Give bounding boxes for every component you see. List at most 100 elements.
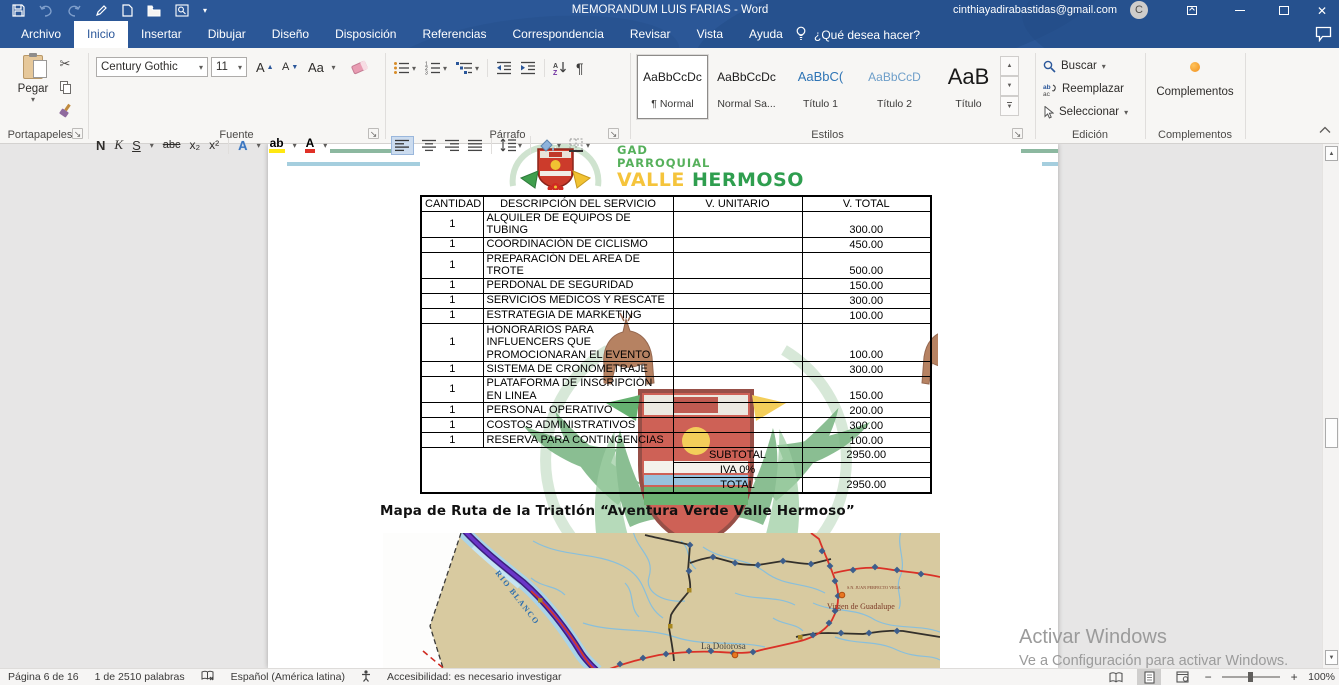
- tab-revisar[interactable]: Revisar: [617, 21, 684, 48]
- tab-diseno[interactable]: Diseño: [259, 21, 322, 48]
- table-cell[interactable]: [673, 418, 802, 433]
- table-cell[interactable]: COSTOS ADMINISTRATIVOS: [483, 418, 673, 433]
- document-page[interactable]: GAD PARROQUIAL VALLE HERMOSO: [268, 144, 1058, 668]
- table-cell[interactable]: 1: [421, 323, 483, 362]
- table-cell[interactable]: 1: [421, 362, 483, 377]
- table-cell[interactable]: HONORARIOS PARA INFLUENCERS QUE PROMOCIO…: [483, 323, 673, 362]
- table-cell[interactable]: 300.00: [802, 293, 931, 308]
- style-card--normal[interactable]: AaBbCcDc¶ Normal: [637, 55, 708, 119]
- table-cell[interactable]: 1: [421, 237, 483, 252]
- bullets-icon[interactable]: ▾: [393, 61, 416, 75]
- zoom-level[interactable]: 100%: [1308, 671, 1335, 683]
- style-card-t-tulo-1[interactable]: AaBbC(Título 1: [785, 55, 856, 119]
- style-card-t-tulo[interactable]: AaBTítulo: [933, 55, 1004, 119]
- summary-label[interactable]: SUBTOTAL: [673, 448, 802, 463]
- table-cell[interactable]: SERVICIOS MEDICOS Y RESCATE: [483, 293, 673, 308]
- tab-referencias[interactable]: Referencias: [409, 21, 499, 48]
- services-table[interactable]: CANTIDADDESCRIPCIÓN DEL SERVICIOV. UNITA…: [420, 195, 932, 494]
- word-count[interactable]: 1 de 2510 palabras: [95, 671, 185, 683]
- table-cell[interactable]: PLATAFORMA DE INSCRIPCIÓN EN LINEA: [483, 377, 673, 403]
- table-cell[interactable]: [673, 278, 802, 293]
- styles-scroll-down-icon[interactable]: ▼: [1000, 76, 1019, 96]
- new-document-icon[interactable]: [122, 4, 133, 17]
- sort-icon[interactable]: AZ: [553, 61, 568, 75]
- page-indicator[interactable]: Página 6 de 16: [8, 671, 79, 683]
- font-name-caret-icon[interactable]: ▾: [199, 63, 203, 72]
- table-cell[interactable]: 1: [421, 308, 483, 323]
- select-button[interactable]: Seleccionar ▾: [1043, 103, 1128, 121]
- table-cell[interactable]: [673, 433, 802, 448]
- table-cell[interactable]: 100.00: [802, 433, 931, 448]
- shrink-font-icon[interactable]: A▼: [282, 57, 298, 77]
- table-cell[interactable]: [673, 323, 802, 362]
- font-name-combo[interactable]: Century Gothic ▾: [96, 57, 208, 77]
- table-cell[interactable]: 1: [421, 377, 483, 403]
- text-effects-caret-icon[interactable]: ▾: [257, 141, 261, 150]
- table-cell[interactable]: 450.00: [802, 237, 931, 252]
- save-icon[interactable]: [12, 4, 25, 17]
- table-cell[interactable]: 1: [421, 293, 483, 308]
- show-marks-icon[interactable]: ¶: [576, 60, 584, 76]
- tab-inicio[interactable]: Inicio: [74, 21, 128, 48]
- qat-more-icon[interactable]: ▾: [203, 6, 207, 15]
- print-layout-icon[interactable]: [1137, 669, 1161, 685]
- summary-value[interactable]: 2950.00: [802, 478, 931, 493]
- styles-scroll-up-icon[interactable]: ▲: [1000, 56, 1019, 76]
- read-mode-icon[interactable]: [1104, 669, 1128, 685]
- table-cell[interactable]: 500.00: [802, 252, 931, 278]
- table-cell[interactable]: COORDINACIÓN DE CICLISMO: [483, 237, 673, 252]
- format-painter-icon[interactable]: [56, 102, 74, 118]
- tab-ayuda[interactable]: Ayuda: [736, 21, 796, 48]
- copy-icon[interactable]: [56, 79, 74, 95]
- table-cell[interactable]: 100.00: [802, 308, 931, 323]
- table-cell[interactable]: PERSONAL OPERATIVO: [483, 403, 673, 418]
- route-map-image[interactable]: RIO BLANCO La Dolorosa Virgen de Guadalu…: [383, 533, 940, 668]
- map-heading[interactable]: Mapa de Ruta de la Triatlón “Aventura Ve…: [380, 503, 855, 519]
- highlight-caret-icon[interactable]: ▾: [293, 141, 297, 150]
- summary-label[interactable]: IVA 0%: [673, 463, 802, 478]
- numbering-icon[interactable]: 123▾: [424, 61, 447, 75]
- table-cell[interactable]: [673, 377, 802, 403]
- paste-button[interactable]: Pegar ▾: [12, 55, 54, 127]
- table-cell[interactable]: 1: [421, 418, 483, 433]
- table-cell[interactable]: [673, 403, 802, 418]
- change-case-icon[interactable]: Aa ▾: [308, 57, 336, 77]
- table-cell[interactable]: 100.00: [802, 323, 931, 362]
- table-cell[interactable]: [673, 362, 802, 377]
- table-header[interactable]: CANTIDAD: [421, 196, 483, 211]
- tab-insertar[interactable]: Insertar: [128, 21, 195, 48]
- redo-icon[interactable]: [67, 5, 81, 17]
- table-cell[interactable]: 1: [421, 403, 483, 418]
- table-cell[interactable]: [673, 308, 802, 323]
- table-cell[interactable]: 300.00: [802, 211, 931, 237]
- scroll-up-icon[interactable]: ▲: [1325, 146, 1338, 161]
- summary-value[interactable]: [802, 463, 931, 478]
- open-folder-icon[interactable]: [147, 5, 161, 17]
- replace-button[interactable]: abac Reemplazar: [1043, 80, 1124, 98]
- tab-vista[interactable]: Vista: [684, 21, 736, 48]
- account-email[interactable]: cinthiayadirabastidas@gmail.com: [953, 0, 1117, 21]
- find-button[interactable]: Buscar ▾: [1043, 57, 1106, 75]
- font-size-combo[interactable]: 11 ▾: [211, 57, 247, 77]
- table-cell[interactable]: 200.00: [802, 403, 931, 418]
- table-cell[interactable]: 150.00: [802, 278, 931, 293]
- increase-indent-icon[interactable]: [520, 61, 536, 75]
- font-dialog-launcher-icon[interactable]: ↘: [368, 128, 379, 139]
- multilevel-list-icon[interactable]: ▾: [455, 61, 479, 75]
- underline-caret-icon[interactable]: ▾: [150, 141, 154, 150]
- summary-label[interactable]: TOTAL: [673, 478, 802, 493]
- account-avatar[interactable]: C: [1130, 1, 1148, 19]
- collapse-ribbon-icon[interactable]: [1319, 121, 1331, 139]
- table-cell[interactable]: 300.00: [802, 362, 931, 377]
- tab-disposicion[interactable]: Disposición: [322, 21, 409, 48]
- table-cell[interactable]: ESTRATEGIA DE MARKETING: [483, 308, 673, 323]
- table-cell[interactable]: SISTEMA DE CRONOMETRAJE: [483, 362, 673, 377]
- tell-me-box[interactable]: ¿Qué desea hacer?: [795, 21, 920, 48]
- table-cell[interactable]: 150.00: [802, 377, 931, 403]
- zoom-in-icon[interactable]: +: [1289, 670, 1299, 684]
- scroll-down-icon[interactable]: ▼: [1325, 650, 1338, 665]
- proofing-icon[interactable]: [201, 670, 215, 685]
- table-cell[interactable]: 1: [421, 211, 483, 237]
- styles-more-icon[interactable]: ▼: [1000, 96, 1019, 116]
- table-cell[interactable]: 300.00: [802, 418, 931, 433]
